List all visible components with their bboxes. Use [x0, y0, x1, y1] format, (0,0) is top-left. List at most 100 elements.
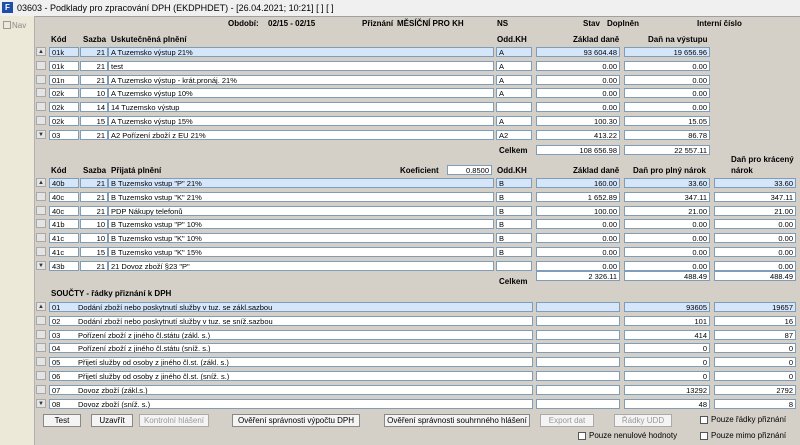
out-cell-dan[interactable]: 15.05	[624, 116, 710, 126]
in-cell-plny[interactable]: 0.00	[624, 260, 710, 271]
sum-cell-dan[interactable]: 19657	[714, 302, 796, 312]
out-cell-sazba[interactable]: 15	[80, 116, 108, 126]
out-cell-sazba[interactable]: 21	[80, 60, 108, 71]
sum-cell-zaklad[interactable]: 0	[624, 371, 710, 381]
sum-cell-popis[interactable]: 03 Pořízení zboží z jiného čl.státu (zákl…	[49, 329, 533, 340]
out-cell-zaklad[interactable]: 413.22	[536, 129, 620, 140]
in-cell-plny[interactable]: 347.11	[624, 191, 710, 202]
in-cell-kraceny[interactable]: 21.00	[714, 205, 796, 216]
in-cell-plneni[interactable]: B Tuzemsko vstup "K" 21%	[108, 191, 494, 202]
out-cell-oddkh[interactable]: A	[496, 47, 532, 57]
sum-cell-extra[interactable]	[536, 384, 620, 395]
sum-cell-dan[interactable]: 8	[714, 398, 796, 409]
sum-cell-extra[interactable]	[536, 357, 620, 368]
out-cell-zaklad[interactable]: 0.00	[536, 88, 620, 99]
out-cell-zaklad[interactable]: 0.00	[536, 102, 620, 113]
in-cell-kraceny[interactable]: 0.00	[714, 247, 796, 257]
in-cell-zaklad[interactable]: 100.00	[536, 205, 620, 216]
uzavrit-button[interactable]: Uzavřít	[91, 414, 133, 427]
out-cell-kod[interactable]: 02k	[49, 102, 79, 113]
in-cell-plneni[interactable]: B Tuzemsko vstup "P" 21%	[108, 178, 494, 188]
out-row-selector[interactable]	[36, 74, 46, 84]
in-row-selector[interactable]	[36, 219, 46, 229]
in-cell-kraceny[interactable]: 0.00	[714, 260, 796, 271]
in-cell-plny[interactable]: 21.00	[624, 205, 710, 216]
radky-udd-button[interactable]: Řádky UDD	[614, 414, 672, 427]
in-cell-zaklad[interactable]: 1 652.89	[536, 191, 620, 202]
out-row-selector[interactable]	[36, 116, 46, 125]
sum-cell-dan[interactable]: 16	[714, 315, 796, 326]
sum-cell-zaklad[interactable]: 93605	[624, 302, 710, 312]
in-cell-oddkh[interactable]	[496, 260, 532, 271]
out-cell-oddkh[interactable]: A	[496, 116, 532, 126]
in-cell-sazba[interactable]: 21	[80, 191, 108, 202]
out-cell-oddkh[interactable]	[496, 102, 532, 113]
out-cell-dan[interactable]: 86.78	[624, 129, 710, 140]
out-row-selector[interactable]	[36, 60, 46, 70]
in-cell-kraceny[interactable]: 33.60	[714, 178, 796, 188]
sum-cell-dan[interactable]: 0	[714, 371, 796, 381]
in-cell-oddkh[interactable]: B	[496, 233, 532, 244]
in-cell-plneni[interactable]: B Tuzemsko vstup "K" 15%	[108, 247, 494, 257]
in-cell-kod[interactable]: 41c	[49, 247, 79, 257]
in-cell-oddkh[interactable]: B	[496, 219, 532, 230]
in-cell-sazba[interactable]: 21	[80, 178, 108, 188]
in-row-selector[interactable]	[36, 191, 46, 201]
in-row-selector[interactable]	[36, 247, 46, 256]
test-button[interactable]: Test	[43, 414, 81, 427]
in-cell-sazba[interactable]: 21	[80, 205, 108, 216]
in-row-selector[interactable]	[36, 233, 46, 243]
in-cell-zaklad[interactable]: 0.00	[536, 219, 620, 230]
sum-cell-popis[interactable]: 04 Pořízení zboží z jiného čl.státu (sníž…	[49, 343, 533, 354]
export-dat-button[interactable]: Export dat	[540, 414, 594, 427]
in-cell-kraceny[interactable]: 347.11	[714, 191, 796, 202]
sum-cell-popis[interactable]: 05 Přijetí služby od osoby z jiného čl.st…	[49, 357, 533, 368]
in-row-selector[interactable]	[36, 205, 46, 215]
out-cell-kod[interactable]: 01k	[49, 47, 79, 57]
out-cell-kod[interactable]: 03	[49, 129, 79, 140]
in-cell-oddkh[interactable]: B	[496, 178, 532, 188]
in-cell-plneni[interactable]: PDP Nákupy telefonů	[108, 205, 494, 216]
in-cell-oddkh[interactable]: B	[496, 191, 532, 202]
sum-row-selector[interactable]	[36, 371, 46, 380]
sum-cell-dan[interactable]: 0	[714, 357, 796, 368]
sum-cell-zaklad[interactable]: 101	[624, 315, 710, 326]
in-cell-kod[interactable]: 41b	[49, 219, 79, 230]
kontrolni-hlaseni-button[interactable]: Kontrolní hlášení	[139, 414, 209, 427]
out-scroll-down-icon[interactable]: ▼	[36, 129, 46, 139]
in-scroll-down-icon[interactable]: ▼	[36, 260, 46, 270]
koeficient-input[interactable]: 0.8500	[447, 165, 492, 175]
in-cell-sazba[interactable]: 15	[80, 247, 108, 257]
out-cell-plneni[interactable]: A2 Pořízení zboží z EU 21%	[108, 129, 494, 140]
out-cell-sazba[interactable]: 21	[80, 47, 108, 57]
out-cell-oddkh[interactable]: A	[496, 88, 532, 99]
nav-panel[interactable]: Nav	[0, 16, 35, 445]
sum-cell-dan[interactable]: 2792	[714, 384, 796, 395]
out-cell-kod[interactable]: 02k	[49, 116, 79, 126]
in-cell-plny[interactable]: 0.00	[624, 219, 710, 230]
sum-row-selector[interactable]	[36, 315, 46, 325]
in-cell-kod[interactable]: 40c	[49, 205, 79, 216]
pouze-radky-checkbox[interactable]	[700, 416, 708, 424]
out-cell-zaklad[interactable]: 0.00	[536, 74, 620, 85]
out-cell-dan[interactable]: 0.00	[624, 88, 710, 99]
out-cell-oddkh[interactable]: A	[496, 74, 532, 85]
sum-cell-popis[interactable]: 01 Dodání zboží nebo poskytnutí služby v …	[49, 302, 533, 312]
sum-cell-popis[interactable]: 02 Dodání zboží nebo poskytnutí služby v …	[49, 315, 533, 326]
sum-cell-extra[interactable]	[536, 343, 620, 354]
out-row-selector[interactable]	[36, 88, 46, 98]
pouze-nenulove-checkbox[interactable]	[578, 432, 586, 440]
in-cell-zaklad[interactable]: 0.00	[536, 247, 620, 257]
out-cell-plneni[interactable]: A Tuzemsko výstup 21%	[108, 47, 494, 57]
out-scroll-up-icon[interactable]: ▲	[36, 47, 46, 56]
in-cell-zaklad[interactable]: 0.00	[536, 260, 620, 271]
out-cell-sazba[interactable]: 21	[80, 74, 108, 85]
out-cell-plneni[interactable]: A Tuzemsko výstup 15%	[108, 116, 494, 126]
out-cell-plneni[interactable]: A Tuzemsko výstup - krát.pronáj. 21%	[108, 74, 494, 85]
in-cell-sazba[interactable]: 21	[80, 260, 108, 271]
out-row-selector[interactable]	[36, 102, 46, 112]
sum-cell-zaklad[interactable]: 0	[624, 357, 710, 368]
out-cell-oddkh[interactable]: A2	[496, 129, 532, 140]
pouze-mimo-checkbox[interactable]	[700, 432, 708, 440]
sum-cell-extra[interactable]	[536, 371, 620, 381]
